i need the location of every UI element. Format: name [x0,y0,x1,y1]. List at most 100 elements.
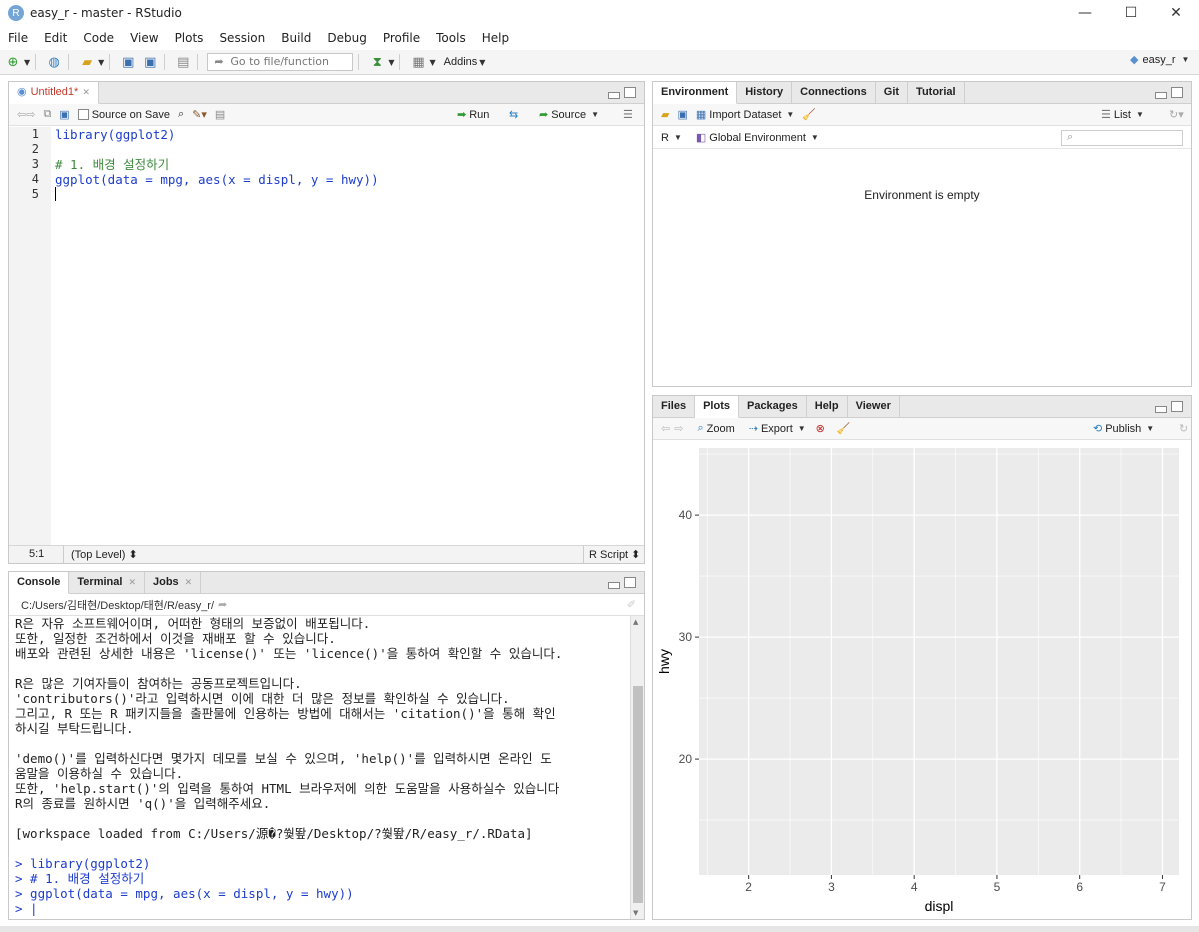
minimize-pane-icon[interactable] [608,582,620,589]
console-output[interactable]: R은 자유 소프트웨어이며, 어떠한 형태의 보증없이 배포됩니다. 또한, 일… [15,616,628,919]
close-button[interactable]: ✕ [1153,0,1199,26]
scroll-up-icon[interactable]: ▲ [633,618,638,626]
magic-wand-icon[interactable]: ✎▾ [192,108,207,121]
code-line[interactable]: library(ggplot2) [55,127,644,142]
chevron-down-icon[interactable]: ▼ [479,58,485,67]
menu-build[interactable]: Build [273,27,319,49]
maximize-button[interactable]: ☐ [1108,0,1154,26]
back-icon[interactable]: ⇦⇨ [17,108,35,121]
console-scroll-thumb[interactable] [633,686,643,903]
tab-git[interactable]: Git [876,82,909,104]
close-tab-icon[interactable]: ✕ [128,572,136,594]
refresh-icon[interactable]: ↻ [1179,422,1188,435]
environment-search-input[interactable]: ⌕ [1061,130,1183,146]
environment-scope-selector[interactable]: ◧ Global Environment ▼ [696,131,819,145]
tab-plots[interactable]: Plots [695,396,739,418]
minimize-pane-icon[interactable] [1155,92,1167,99]
goto-directory-icon[interactable]: ➦ [218,598,227,611]
tab-help[interactable]: Help [807,396,848,418]
menu-tools[interactable]: Tools [428,27,474,49]
menu-edit[interactable]: Edit [36,27,75,49]
previous-plot-icon[interactable]: ⇦ [661,422,670,435]
save-workspace-icon[interactable]: ▣ [677,108,687,121]
minimize-pane-icon[interactable] [608,92,620,99]
close-tab-icon[interactable]: ✕ [185,572,193,594]
file-type-selector[interactable]: R Script ⬍ [589,548,640,561]
list-view-button[interactable]: ☰ List ▼ [1101,108,1144,122]
minimize-pane-icon[interactable] [1155,406,1167,413]
console-prompt[interactable]: > | [15,901,628,916]
menu-code[interactable]: Code [75,27,122,49]
print-icon[interactable]: ▤ [174,53,192,71]
show-in-window-icon[interactable]: ⧉ [43,108,51,121]
code-line[interactable]: ggplot(data = mpg, aes(x = displ, y = hw… [55,172,644,187]
project-menu[interactable]: ◆ easy_r ▼ [1130,53,1189,67]
save-icon[interactable]: ▣ [119,53,137,71]
chevron-down-icon[interactable]: ▼ [388,58,394,67]
tab-packages[interactable]: Packages [739,396,807,418]
save-icon[interactable]: ▣ [59,108,69,121]
tab-console[interactable]: Console [9,572,70,594]
clear-console-icon[interactable]: ✐ [627,598,636,611]
git-icon[interactable]: ⧗ [368,53,386,71]
menu-profile[interactable]: Profile [375,27,428,49]
publish-button[interactable]: ⟲ Publish ▼ [1093,422,1154,436]
source-on-save-toggle[interactable]: Source on Save [77,109,170,121]
next-plot-icon[interactable]: ⇨ [674,422,683,435]
tab-untitled1[interactable]: ◉ Untitled1* ✕ [9,82,99,104]
maximize-pane-icon[interactable] [624,577,636,588]
menu-session[interactable]: Session [211,27,273,49]
scroll-down-icon[interactable]: ▼ [633,909,638,917]
menu-view[interactable]: View [122,27,166,49]
new-file-icon[interactable]: ⊕ [4,53,22,71]
chevron-down-icon[interactable]: ▼ [24,58,30,67]
tab-terminal[interactable]: Terminal ✕ [69,572,145,594]
menu-debug[interactable]: Debug [319,27,374,49]
rerun-icon[interactable]: ⇆ [509,108,518,121]
chevron-down-icon[interactable]: ▼ [429,58,435,67]
menu-file[interactable]: File [0,27,36,49]
tab-jobs[interactable]: Jobs ✕ [145,572,202,594]
export-button[interactable]: ⇢ Export ▼ [749,422,806,436]
source-on-save-checkbox[interactable] [77,109,89,120]
menu-help[interactable]: Help [474,27,517,49]
language-selector[interactable]: R ▼ [661,132,682,144]
tab-history[interactable]: History [737,82,793,104]
open-folder-icon[interactable]: ▰ [78,53,96,71]
load-workspace-icon[interactable]: ▰ [661,108,669,121]
tab-files[interactable]: Files [653,396,696,418]
outline-icon[interactable]: ☰ [623,108,633,121]
tab-viewer[interactable]: Viewer [848,396,900,418]
remove-plot-icon[interactable]: ⊗ [816,422,825,435]
code-line[interactable] [55,142,644,157]
working-directory[interactable]: C:/Users/김태현/Desktop/태현/R/easy_r/ [21,597,214,613]
new-project-icon[interactable]: ◍ [45,53,63,71]
tab-environment[interactable]: Environment [653,82,738,104]
code-editor[interactable]: library(ggplot2) # 1. 배경 설정하기 ggplot(dat… [55,127,644,545]
zoom-button[interactable]: ⌕ Zoom [697,422,734,435]
tab-connections[interactable]: Connections [792,82,876,104]
broom-icon[interactable]: 🧹 [802,108,816,121]
console-scrollbar[interactable]: ▲ ▼ [630,616,644,919]
maximize-pane-icon[interactable] [624,87,636,98]
scope-selector[interactable]: (Top Level) ⬍ [71,548,138,561]
code-line[interactable]: # 1. 배경 설정하기 [55,157,644,172]
maximize-pane-icon[interactable] [1171,401,1183,412]
compile-report-icon[interactable]: ▤ [215,108,225,121]
search-icon[interactable]: ⌕ [178,108,184,121]
broom-icon[interactable]: 🧹 [837,422,851,435]
import-dataset-button[interactable]: ▦ Import Dataset ▼ [696,108,794,122]
goto-file-input[interactable]: ➦ Go to file/function [207,53,354,71]
chevron-down-icon[interactable]: ▼ [98,58,104,67]
run-button[interactable]: ➡ Run [457,108,489,122]
maximize-pane-icon[interactable] [1171,87,1183,98]
code-line[interactable] [55,187,644,202]
close-tab-icon[interactable]: ✕ [82,82,90,103]
addins-menu[interactable]: Addins [444,56,478,68]
grid-layout-icon[interactable]: ▦ [409,53,427,71]
tab-tutorial[interactable]: Tutorial [908,82,965,104]
save-all-icon[interactable]: ▣ [141,53,159,71]
minimize-button[interactable]: — [1062,0,1108,26]
menu-plots[interactable]: Plots [167,27,212,49]
refresh-icon[interactable]: ↻▾ [1169,108,1184,121]
